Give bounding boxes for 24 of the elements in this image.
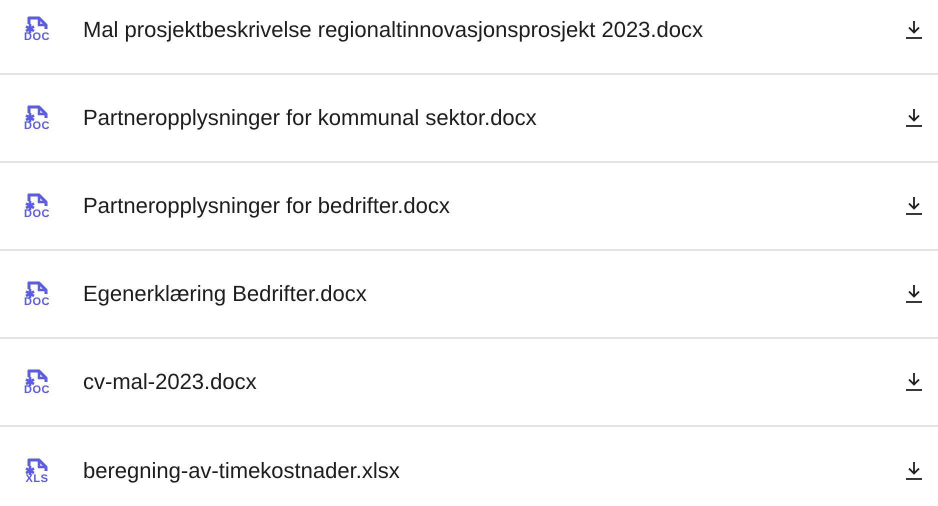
file-type-label: DOC bbox=[24, 384, 50, 396]
file-icon bbox=[24, 280, 50, 298]
download-icon[interactable] bbox=[906, 372, 922, 392]
download-icon[interactable] bbox=[906, 196, 922, 216]
download-icon[interactable] bbox=[906, 20, 922, 40]
file-link[interactable]: cv-mal-2023.docx bbox=[83, 369, 906, 395]
download-icon[interactable] bbox=[906, 461, 922, 481]
file-icon bbox=[24, 16, 50, 34]
file-link[interactable]: beregning-av-timekostnader.xlsx bbox=[83, 458, 906, 484]
file-link[interactable]: Egenerklæring Bedrifter.docx bbox=[83, 281, 906, 307]
file-link[interactable]: Partneropplysninger for kommunal sektor.docx bbox=[83, 105, 906, 131]
file-type-label: DOC bbox=[24, 208, 50, 220]
file-type-label: DOC bbox=[24, 32, 50, 43]
file-icon bbox=[24, 368, 50, 386]
file-type-label: DOC bbox=[24, 296, 50, 308]
file-type-label: DOC bbox=[24, 120, 50, 132]
file-icon bbox=[24, 104, 50, 122]
download-icon[interactable] bbox=[906, 108, 922, 128]
file-icon bbox=[24, 458, 50, 476]
file-link[interactable]: Partneropplysninger for bedrifter.docx bbox=[83, 193, 906, 219]
file-link[interactable]: Mal prosjektbeskrivelse regionaltinnovasjonsprosjekt 2023.docx bbox=[83, 16, 906, 42]
file-type-label: XLS bbox=[26, 474, 48, 484]
file-icon bbox=[24, 192, 50, 210]
download-icon[interactable] bbox=[906, 284, 922, 304]
